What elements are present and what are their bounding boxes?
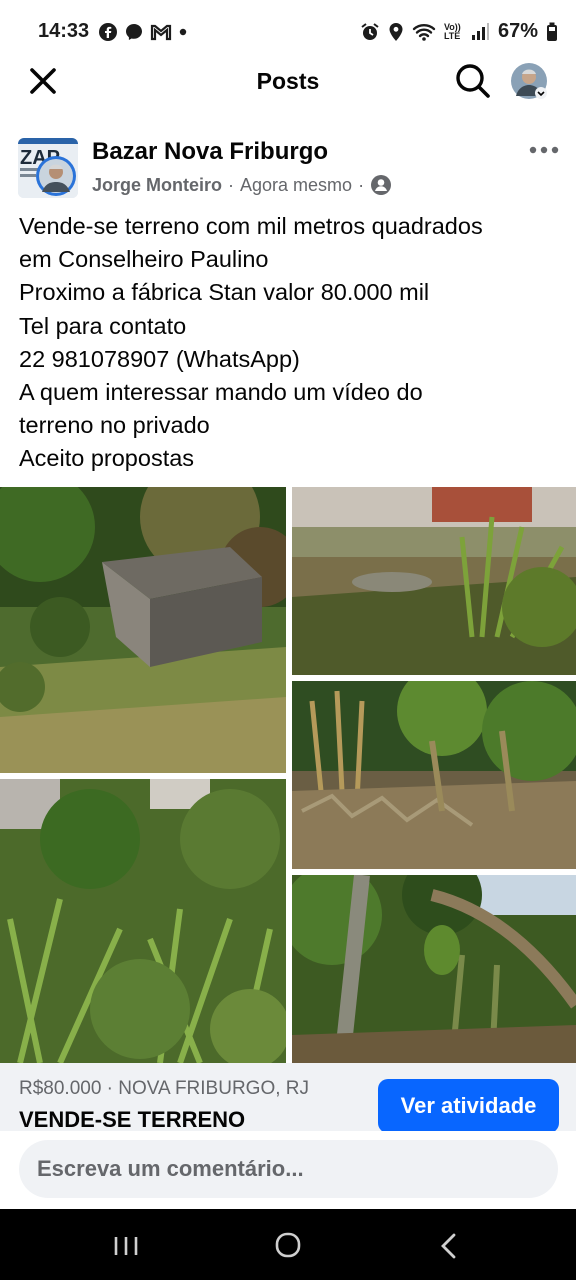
post-photo[interactable] (292, 487, 576, 675)
post-text-line: Tel para contato (19, 312, 187, 339)
status-bar: 14:33 Vo)) LTE 67% (0, 0, 576, 60)
post-text-line: A quem interessar mando um vídeo do (19, 379, 423, 406)
post-text-line: Vende-se terreno com mil metros quadrado… (19, 213, 483, 239)
back-icon[interactable] (430, 1229, 470, 1263)
home-icon[interactable] (268, 1229, 308, 1263)
view-activity-button[interactable]: Ver atividade (378, 1079, 559, 1131)
comment-bar: Escreva um comentário... (0, 1131, 576, 1209)
photo-grid (0, 487, 576, 1063)
signal-icon (471, 22, 489, 40)
wifi-icon (412, 23, 436, 41)
top-nav-bar: Posts (0, 60, 576, 104)
dot-icon (179, 28, 187, 36)
author-name[interactable]: Jorge Monteiro (92, 175, 222, 196)
post-header: ZAP Bazar Nova Friburgo Jorge Monteiro ·… (0, 130, 576, 200)
battery-icon (547, 22, 557, 41)
listing-price-location: R$80.000 · NOVA FRIBURGO, RJ (19, 1078, 310, 1099)
post-body: Vende-se terreno com mil metros quadrado… (19, 210, 564, 476)
post-photo[interactable] (292, 681, 576, 869)
search-icon[interactable] (454, 62, 492, 100)
post-photo[interactable] (0, 779, 286, 1063)
battery-percent: 67% (497, 20, 538, 42)
messenger-icon (126, 24, 142, 40)
system-indicators: Vo)) LTE 67% (360, 20, 558, 43)
notification-icons (98, 22, 188, 42)
post-text-line: Aceito propostas (19, 445, 195, 472)
listing-bar[interactable]: R$80.000 · NOVA FRIBURGO, RJ VENDE-SE TE… (0, 1063, 576, 1131)
post-meta: Jorge Monteiro · Agora mesmo · (92, 174, 392, 196)
meta-separator: · (228, 174, 235, 195)
post-photo[interactable] (0, 487, 286, 773)
group-name[interactable]: Bazar Nova Friburgo (92, 138, 328, 166)
volte-icon: Vo)) LTE (443, 21, 461, 41)
profile-avatar[interactable] (510, 62, 548, 100)
post-photo[interactable] (292, 875, 576, 1063)
facebook-icon (99, 23, 117, 41)
recent-apps-icon[interactable] (106, 1229, 146, 1263)
status-time: 14:33 (38, 20, 90, 42)
system-navigation-bar (0, 1209, 576, 1280)
comment-input[interactable]: Escreva um comentário... (19, 1140, 558, 1198)
post-text-line: 22 981078907 (WhatsApp) (19, 345, 300, 372)
meta-separator: · (358, 174, 365, 195)
group-avatar[interactable]: ZAP (18, 138, 78, 198)
listing-title: VENDE-SE TERRENO (19, 1107, 246, 1131)
post-text-line: Proximo a fábrica Stan valor 80.000 mil (19, 279, 430, 306)
alarm-icon (361, 22, 379, 40)
members-icon (371, 175, 392, 195)
post-text-line: em Conselheiro Paulino (19, 246, 269, 273)
post-time[interactable]: Agora mesmo (240, 175, 352, 196)
gmail-icon (150, 24, 172, 41)
more-options-icon[interactable] (526, 136, 562, 164)
post-text-line: terreno no privado (19, 412, 210, 439)
location-icon (389, 22, 403, 41)
